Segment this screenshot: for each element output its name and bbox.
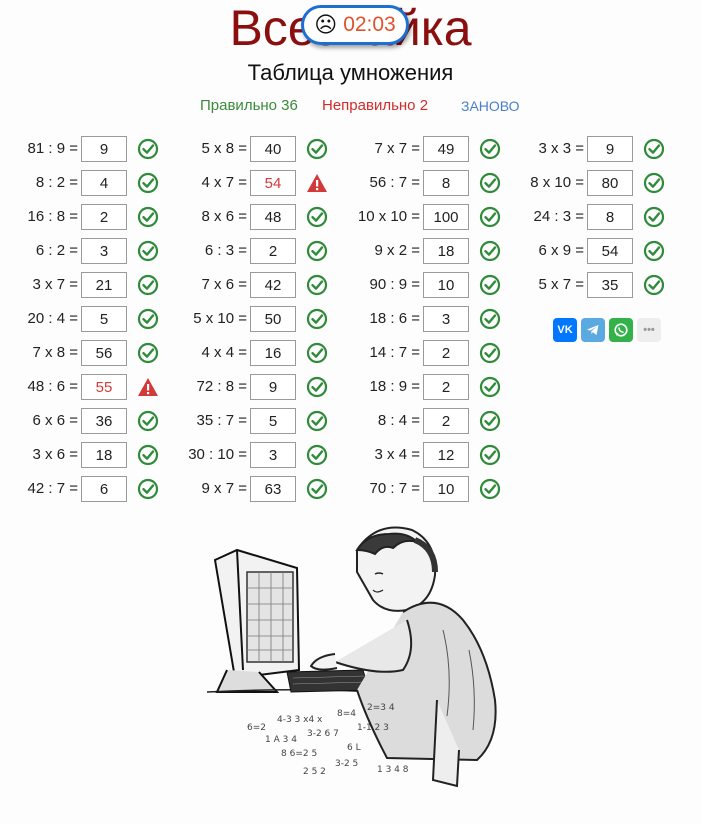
svg-text:2=3 4: 2=3 4 [367, 703, 395, 713]
answer-input[interactable] [423, 306, 469, 332]
whatsapp-share-button[interactable] [609, 318, 633, 342]
svg-text:6 L: 6 L [347, 743, 361, 753]
more-label: ••• [643, 324, 655, 336]
check-circle-icon [479, 444, 501, 466]
exercise-item: 3 x 3 = [0, 136, 701, 162]
boy-at-computer-illustration: 6=2 4-3 3 x4 x 8=4 2=3 4 1 A 3 4 3-2 6 7… [207, 526, 497, 788]
telegram-share-button[interactable] [581, 318, 605, 342]
svg-text:1 A 3 4: 1 A 3 4 [265, 735, 297, 745]
exercise-item: 3 x 4 = [0, 442, 701, 468]
svg-text:3-2 6 7: 3-2 6 7 [307, 729, 339, 739]
exercise-expression: 70 : 7 = [369, 480, 420, 497]
check-circle-icon [479, 478, 501, 500]
svg-text:1 3 4 8: 1 3 4 8 [377, 765, 409, 775]
timer-badge: ☹ 02:03 [301, 5, 409, 45]
wrong-count: Неправильно 2 [322, 97, 429, 114]
vk-label: VK [557, 324, 573, 336]
answer-input[interactable] [587, 272, 633, 298]
exercise-expression: 3 x 4 = [374, 446, 420, 463]
answer-input[interactable] [423, 340, 469, 366]
check-circle-icon [479, 308, 501, 330]
exercise-item: 70 : 7 = [0, 476, 701, 502]
check-circle-icon [479, 342, 501, 364]
exercise-item: 24 : 3 = [0, 204, 701, 230]
svg-text:2 5 2: 2 5 2 [303, 767, 326, 777]
page-subtitle: Таблица умножения [247, 60, 454, 85]
answer-input[interactable] [587, 238, 633, 264]
exercise-expression: 18 : 9 = [369, 378, 420, 395]
exercise-item: 5 x 7 = [0, 272, 701, 298]
exercise-expression: 8 x 10 = [530, 174, 584, 191]
exercise-item: 18 : 9 = [0, 374, 701, 400]
exercise-expression: 8 : 4 = [377, 412, 420, 429]
svg-text:8 6=2 5: 8 6=2 5 [281, 749, 317, 759]
answer-input[interactable] [587, 204, 633, 230]
restart-link[interactable]: ЗАНОВО [461, 98, 520, 114]
correct-count: Правильно 36 [200, 97, 298, 114]
boy-drawing [309, 526, 497, 788]
exercise-item: 6 x 9 = [0, 238, 701, 264]
sad-face-icon: ☹ [314, 12, 338, 38]
svg-text:3-2 5: 3-2 5 [335, 759, 358, 769]
exercise-expression: 5 x 7 = [538, 276, 584, 293]
answer-input[interactable] [423, 408, 469, 434]
check-circle-icon [643, 172, 665, 194]
answer-input[interactable] [423, 442, 469, 468]
svg-text:4-3 3 x4 x: 4-3 3 x4 x [277, 715, 323, 725]
more-share-button[interactable]: ••• [637, 318, 661, 342]
answer-input[interactable] [423, 476, 469, 502]
telegram-icon [587, 325, 599, 335]
answer-input[interactable] [587, 136, 633, 162]
answer-input[interactable] [587, 170, 633, 196]
svg-text:8=4: 8=4 [337, 709, 356, 719]
exercise-expression: 24 : 3 = [533, 208, 584, 225]
check-circle-icon [643, 240, 665, 262]
svg-text:1-1 2 3: 1-1 2 3 [357, 723, 389, 733]
keyboard-drawing [286, 669, 370, 693]
exercise-expression: 14 : 7 = [369, 344, 420, 361]
timer-time: 02:03 [343, 13, 396, 36]
exercise-item: 8 x 10 = [0, 170, 701, 196]
exercise-expression: 3 x 3 = [538, 140, 584, 157]
share-buttons: VK ••• [553, 318, 661, 342]
svg-text:6=2: 6=2 [247, 723, 266, 733]
monitor-drawing [213, 548, 301, 693]
check-circle-icon [643, 138, 665, 160]
whatsapp-icon [614, 323, 628, 337]
answer-input[interactable] [423, 374, 469, 400]
exercise-expression: 6 x 9 = [538, 242, 584, 259]
check-circle-icon [643, 206, 665, 228]
exercise-expression: 18 : 6 = [369, 310, 420, 327]
check-circle-icon [643, 274, 665, 296]
vk-share-button[interactable]: VK [553, 318, 577, 342]
check-circle-icon [479, 410, 501, 432]
check-circle-icon [479, 376, 501, 398]
exercise-item: 14 : 7 = [0, 340, 701, 366]
exercise-item: 8 : 4 = [0, 408, 701, 434]
